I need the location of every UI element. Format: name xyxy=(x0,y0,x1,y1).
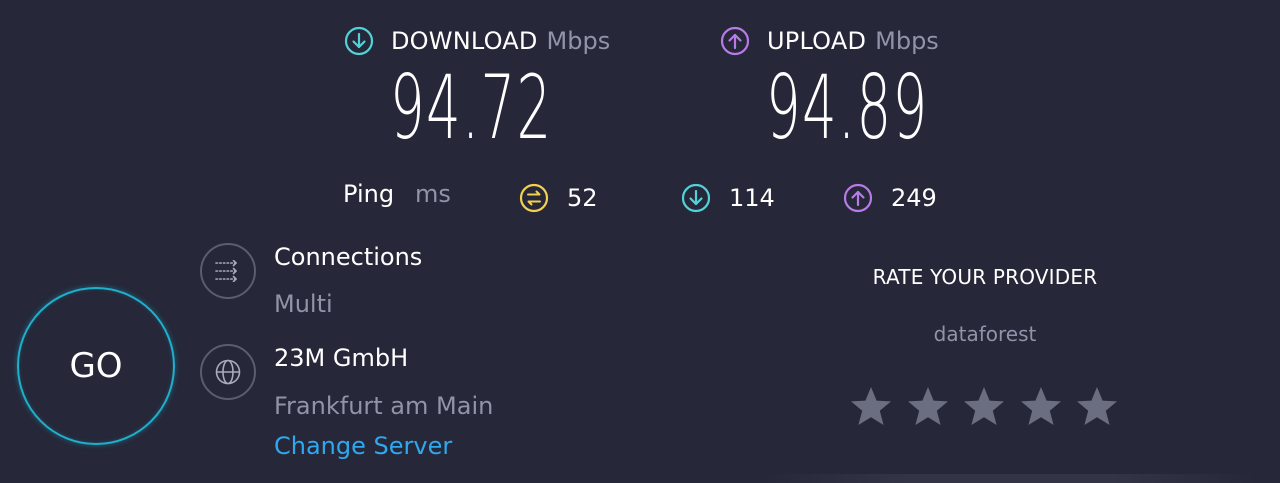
globe-icon xyxy=(200,344,256,400)
connections-title: Connections xyxy=(274,243,423,271)
download-arrow-icon xyxy=(344,26,374,56)
go-button-label: GO xyxy=(69,346,123,386)
speedtest-results-panel: DOWNLOAD Mbps 94.72 UPLOAD Mbps 94.89 Pi… xyxy=(0,0,1280,483)
download-label: DOWNLOAD xyxy=(391,27,538,55)
star-icon[interactable] xyxy=(1074,384,1120,430)
upload-label: UPLOAD xyxy=(767,27,867,55)
upload-arrow-icon xyxy=(720,26,750,56)
star-icon[interactable] xyxy=(961,384,1007,430)
ping-upload-latency: 249 xyxy=(843,180,937,216)
ping-download-value: 114 xyxy=(729,184,775,212)
rate-provider-title: RATE YOUR PROVIDER xyxy=(872,265,1098,289)
star-icon[interactable] xyxy=(905,384,951,430)
ping-label: Ping xyxy=(343,180,395,208)
server-location: Frankfurt am Main xyxy=(274,392,494,420)
ping-download-latency: 114 xyxy=(681,180,775,216)
download-unit: Mbps xyxy=(546,27,611,55)
star-icon[interactable] xyxy=(848,384,894,430)
ping-unit: ms xyxy=(415,180,451,208)
download-arrow-icon xyxy=(681,183,711,213)
isp-name: 23M GmbH xyxy=(274,344,409,372)
upload-unit: Mbps xyxy=(875,27,939,55)
provider-name: dataforest xyxy=(933,322,1037,346)
star-icon[interactable] xyxy=(1018,384,1064,430)
connections-icon xyxy=(200,243,256,299)
download-header: DOWNLOAD Mbps xyxy=(344,22,610,60)
cut-off-text-row xyxy=(760,474,1260,483)
rating-stars xyxy=(848,384,1131,430)
go-button[interactable]: GO xyxy=(17,287,175,445)
download-speed-value: 94.72 xyxy=(390,56,553,159)
ping-upload-value: 249 xyxy=(891,184,937,212)
connections-mode[interactable]: Multi xyxy=(274,290,333,318)
ping-idle-value: 52 xyxy=(567,184,598,212)
idle-latency-icon xyxy=(519,183,549,213)
upload-arrow-icon xyxy=(843,183,873,213)
change-server-link[interactable]: Change Server xyxy=(274,432,452,460)
upload-speed-value: 94.89 xyxy=(766,56,929,159)
ping-idle-latency: 52 xyxy=(519,180,598,216)
upload-header: UPLOAD Mbps xyxy=(720,22,939,60)
